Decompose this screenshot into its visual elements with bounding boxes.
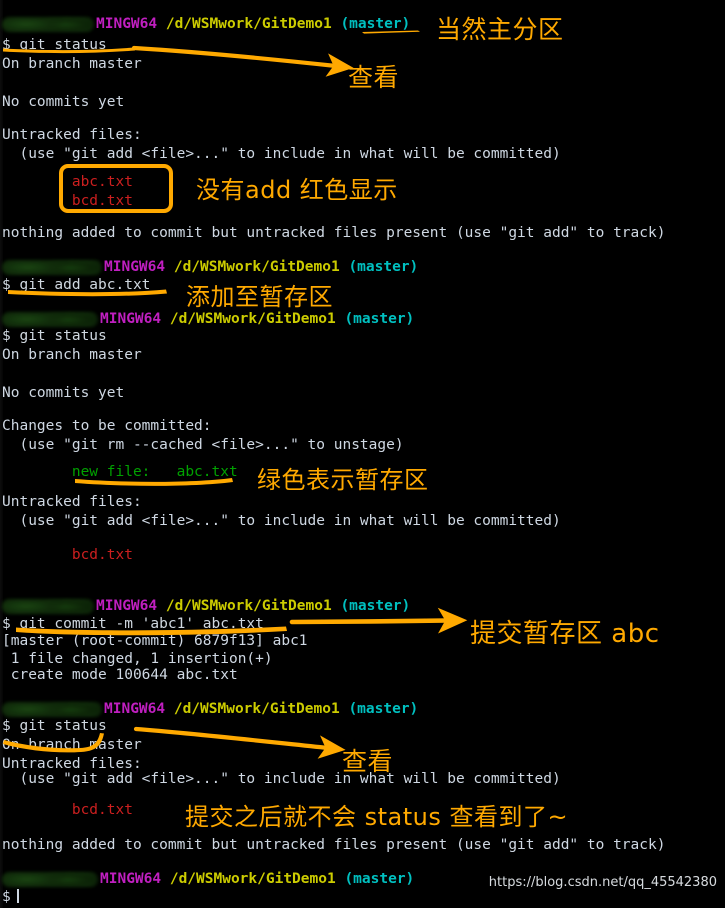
untracked-file-line: bcd.txt [0,801,133,820]
terminal-output-line: Untracked files: [0,126,142,145]
terminal-output-line-text: nothing added to commit but untracked fi… [2,225,666,241]
anno-no-add-red: 没有add 红色显示 [196,176,398,204]
terminal-output-line-text: 1 file changed, 1 insertion(+) [2,651,273,667]
terminal-command-line-text: $ git status [2,328,107,344]
shell-name: MINGW64 [104,259,166,275]
untracked-file-line: bcd.txt [0,546,133,565]
redacted-username [2,259,102,275]
terminal-output-line-text: No commits yet [2,94,125,110]
staged-file-line-text: new file: abc.txt [2,464,238,480]
terminal-output-line: nothing added to commit but untracked fi… [0,224,665,243]
terminal-output-line: On branch master [0,736,142,755]
terminal-output-line: Changes to be committed: [0,417,212,436]
terminal-output-line: create mode 100644 abc.txt [0,666,238,685]
redacted-username [2,598,94,614]
terminal-output-line: Untracked files: [0,493,142,512]
terminal-output-line-text: On branch master [2,56,142,72]
redacted-username [2,701,102,717]
prompt-symbol: $ [2,889,11,905]
terminal-output-line: [master (root-commit) 6879f13] abc1 [0,632,308,651]
terminal-output-line-text: Untracked files: [2,494,142,510]
working-path: /d/WSMwork/GitDemo1 [165,598,332,614]
anno-after-commit: 提交之后就不会 status 查看到了~ [185,803,569,831]
terminal-prompt-header: MINGW64 /d/WSMwork/GitDemo1 (master) [0,870,414,889]
terminal-output-line: nothing added to commit but untracked fi… [0,836,665,855]
terminal-output-line-text: Untracked files: [2,127,142,143]
shell-name: MINGW64 [100,311,162,327]
terminal-output-line-text: On branch master [2,347,142,363]
untracked-file-line-text: bcd.txt [2,193,133,209]
terminal-output-line-text: (use "git add <file>..." to include in w… [2,146,561,162]
redacted-username [2,871,98,887]
terminal-output-line-text: [master (root-commit) 6879f13] abc1 [2,633,308,649]
terminal-input-line[interactable]: $ [0,888,19,907]
anno-commit-stage: 提交暂存区 abc [470,619,660,649]
working-path: /d/WSMwork/GitDemo1 [169,871,336,887]
terminal-output-line: (use "git add <file>..." to include in w… [0,145,561,164]
terminal-command-line-text: $ git status [2,37,107,53]
terminal-command-line-text: $ git status [2,718,107,734]
git-branch: (master) [348,701,419,717]
terminal-output-line-text: nothing added to commit but untracked fi… [2,837,666,853]
anno-status-view-1: 查看 [348,63,400,92]
shell-name: MINGW64 [96,598,158,614]
terminal-prompt-header: MINGW64 /d/WSMwork/GitDemo1 (master) [0,597,410,616]
git-branch: (master) [348,259,419,275]
untracked-file-line: bcd.txt [0,192,133,211]
screenshot-root: MINGW64 /d/WSMwork/GitDemo1 (master) $ gi… [0,0,725,908]
terminal-output-line: (use "git add <file>..." to include in w… [0,512,561,531]
working-path: /d/WSMwork/GitDemo1 [169,311,336,327]
terminal-output-line: (use "git add <file>..." to include in w… [0,770,561,789]
terminal-output-line: On branch master [0,55,142,74]
anno-add-to-stage: 添加至暂存区 [186,283,333,311]
shell-name: MINGW64 [100,871,162,887]
shell-name: MINGW64 [104,701,166,717]
terminal-output-line: No commits yet [0,93,124,112]
terminal-prompt-header: MINGW64 /d/WSMwork/GitDemo1 (master) [0,258,418,277]
csdn-watermark: https://blog.csdn.net/qq_45542380 [488,875,717,890]
text-cursor [16,889,19,903]
anno-green-stage: 绿色表示暂存区 [257,466,429,494]
terminal-output-line: No commits yet [0,384,124,403]
git-branch: (master) [340,16,411,32]
terminal-command-line[interactable]: $ git status [0,327,107,346]
git-branch: (master) [344,311,415,327]
terminal-output-line-text: (use "git add <file>..." to include in w… [2,513,561,529]
terminal-command-line[interactable]: $ git add abc.txt [0,276,150,295]
untracked-file-line-text: abc.txt [2,174,133,190]
terminal-output-line-text: (use "git rm --cached <file>..." to unst… [2,437,404,453]
git-branch: (master) [344,871,415,887]
terminal-command-line-text: $ git add abc.txt [2,277,151,293]
terminal-output-line-text: create mode 100644 abc.txt [2,667,238,683]
terminal-prompt-header: MINGW64 /d/WSMwork/GitDemo1 (master) [0,15,410,34]
terminal-output-line: On branch master [0,346,142,365]
working-path: /d/WSMwork/GitDemo1 [173,701,340,717]
terminal-output-line-text: (use "git add <file>..." to include in w… [2,771,561,787]
working-path: /d/WSMwork/GitDemo1 [173,259,340,275]
redacted-username [2,16,94,32]
untracked-file-line-text: bcd.txt [2,547,133,563]
terminal-output-line: (use "git rm --cached <file>..." to unst… [0,436,404,455]
git-branch: (master) [340,598,411,614]
untracked-file-line: abc.txt [0,173,133,192]
terminal-command-line[interactable]: $ git status [0,36,107,55]
staged-file-line: new file: abc.txt [0,463,238,482]
terminal-output-line-text: No commits yet [2,385,125,401]
anno-master-note: 当然主分区 [436,15,564,44]
terminal-command-line[interactable]: $ git status [0,717,107,736]
redacted-username [2,311,98,327]
working-path: /d/WSMwork/GitDemo1 [165,16,332,32]
anno-status-view-2: 查看 [342,747,394,776]
shell-name: MINGW64 [96,16,158,32]
terminal-command-line-text: $ git commit -m 'abc1' abc.txt [2,616,264,632]
terminal-output-line-text: Changes to be committed: [2,418,212,434]
terminal-output-line-text: On branch master [2,737,142,753]
untracked-file-line-text: bcd.txt [2,802,133,818]
